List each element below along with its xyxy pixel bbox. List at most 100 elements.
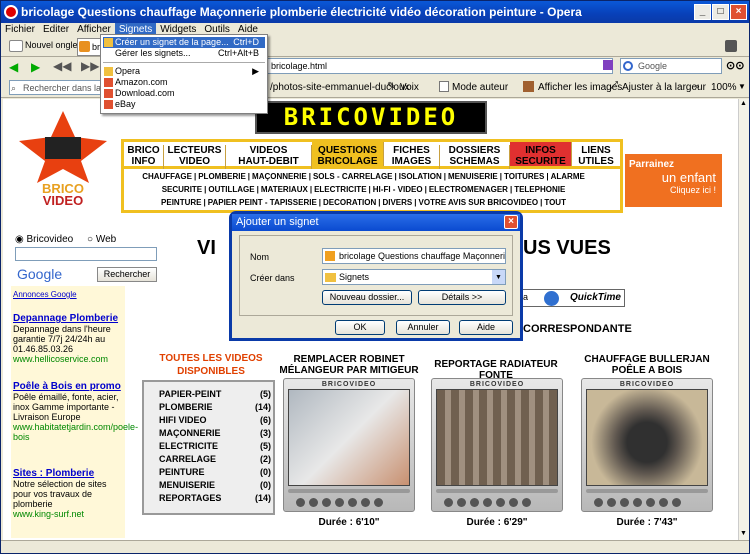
cat-link[interactable]: ALARME — [549, 172, 587, 181]
nav-fiches-images[interactable]: FICHES IMAGES — [384, 145, 440, 169]
cat-link[interactable]: ELECTRICITE — [312, 185, 368, 194]
cat-link[interactable]: VOTRE AVIS SUR BRICOVIDEO — [417, 198, 541, 207]
ad-2[interactable]: Poêle à Bois en promo Poêle émaillé, font… — [13, 382, 138, 443]
player-controls[interactable] — [442, 497, 552, 509]
new-tab-button[interactable]: Nouvel onglet — [25, 40, 80, 50]
nav-videos-haut-debit[interactable]: VIDEOS HAUT-DEBIT — [226, 145, 312, 169]
menu-create-bookmark[interactable]: Créer un signet de la page... Ctrl+D — [103, 37, 265, 48]
menu-fichier[interactable]: Fichier — [1, 23, 39, 37]
cat-link[interactable]: PAPIER PEINT - TAPISSERIE — [206, 198, 319, 207]
rewind-icon[interactable]: ◀◀ — [53, 59, 71, 73]
back-icon[interactable]: ◀ — [9, 60, 18, 74]
cat-link[interactable]: DECORATION — [321, 198, 378, 207]
ad-3[interactable]: Sites : Plomberie Notre sélection de site… — [13, 469, 125, 520]
cat-link[interactable]: OUTILLAGE — [206, 185, 256, 194]
author-mode-button[interactable]: Mode auteur — [452, 82, 508, 93]
list-item[interactable]: PEINTURE (0) — [159, 466, 271, 479]
nav-dossiers-schemas[interactable]: DOSSIERS SCHEMAS — [440, 145, 510, 169]
list-item[interactable]: PLOMBERIE (14) — [159, 401, 271, 414]
video-player-2[interactable]: BRICOVIDEO — [431, 378, 563, 512]
cat-link[interactable]: SOLS - CARRELAGE — [311, 172, 395, 181]
cat-link[interactable]: MATERIAUX — [259, 185, 310, 194]
menu-folder-opera[interactable]: Opera ▶ — [103, 66, 265, 77]
list-item[interactable]: REPORTAGES (14) — [159, 492, 271, 505]
cat-link[interactable]: ISOLATION — [397, 172, 444, 181]
cat-link[interactable]: SECURITE — [160, 185, 204, 194]
video-title-1[interactable]: REMPLACER ROBINET MÉLANGEUR PAR MITIGEUR — [279, 354, 419, 376]
list-item[interactable]: MENUISERIE (0) — [159, 479, 271, 492]
site-search-input[interactable] — [15, 247, 157, 261]
sponsor-banner[interactable]: Parrainez un enfant Cliquez ici ! — [625, 154, 722, 207]
cat-link[interactable]: TELEPHONIE — [512, 185, 567, 194]
nav-infos-securite[interactable]: INFOS SECURITE — [510, 142, 572, 167]
maximize-button[interactable]: □ — [712, 4, 729, 20]
address-field[interactable]: bricolage.html — [267, 58, 613, 74]
list-item[interactable]: HIFI VIDEO (6) — [159, 414, 271, 427]
dropdown-arrow-icon[interactable]: ▼ — [492, 270, 505, 284]
trash-icon[interactable] — [725, 40, 737, 52]
list-item[interactable]: CARRELAGE (2) — [159, 453, 271, 466]
voice-button[interactable]: Voix — [400, 82, 419, 93]
fast-forward-icon[interactable]: ▶▶ — [81, 59, 99, 73]
menu-ebay[interactable]: eBay — [103, 99, 265, 110]
list-item[interactable]: PAPIER-PEINT (5) — [159, 388, 271, 401]
list-item[interactable]: ELECTRICITE (5) — [159, 440, 271, 453]
minimize-button[interactable]: _ — [694, 4, 711, 20]
ad-1[interactable]: Depannage Plomberie Depannage dans l'heur… — [13, 314, 125, 365]
menu-editer[interactable]: Editer — [39, 23, 73, 37]
bookmark-name-input[interactable]: bricolage Questions chauffage Maçonnerie… — [322, 248, 506, 264]
cat-link[interactable]: CHAUFFAGE — [140, 172, 194, 181]
menu-download[interactable]: Download.com — [103, 88, 265, 99]
cat-link[interactable]: MENUISERIE — [446, 172, 500, 181]
scroll-down-icon[interactable]: ▼ — [740, 530, 747, 537]
search-engine-field[interactable]: Google — [620, 58, 722, 74]
menu-manage-bookmarks[interactable]: Gérer les signets... Ctrl+Alt+B — [103, 48, 265, 59]
media-links[interactable]: dia QuickTime — [509, 289, 625, 307]
cat-link[interactable]: DIVERS — [380, 198, 414, 207]
folder-select[interactable]: Signets ▼ — [322, 269, 506, 285]
details-button[interactable]: Détails >> — [418, 290, 506, 305]
radio-bricovideo[interactable]: ◉ Bricovideo — [15, 234, 73, 245]
scroll-up-icon[interactable]: ▲ — [740, 100, 747, 107]
cat-link[interactable]: PLOMBERIE — [196, 172, 248, 181]
cat-link[interactable]: TOUT — [542, 198, 568, 207]
search-button[interactable]: Rechercher — [97, 267, 157, 282]
fit-width-button[interactable]: Ajuster à la largeur — [622, 82, 706, 93]
video-player-3[interactable]: BRICOVIDEO — [581, 378, 713, 512]
nav-liens-utiles[interactable]: LIENS UTILES — [572, 145, 620, 169]
ok-button[interactable]: OK — [335, 320, 385, 335]
nav-brico-info[interactable]: BRICO INFO — [124, 145, 164, 169]
progress-bar[interactable] — [586, 489, 708, 493]
video-player-1[interactable]: BRICOVIDEO — [283, 378, 415, 512]
dialog-close-button[interactable]: × — [504, 215, 518, 229]
ads-title[interactable]: Annonces Google — [13, 290, 77, 299]
rss-icon[interactable] — [603, 60, 613, 70]
video-title-3[interactable]: CHAUFFAGE BULLERJAN POÊLE A BOIS — [577, 354, 717, 376]
bricovideo-logo[interactable]: BRICO VIDEO — [15, 109, 111, 219]
new-folder-button[interactable]: Nouveau dossier... — [322, 290, 412, 305]
forward-icon[interactable]: ▶ — [31, 60, 40, 74]
help-button[interactable]: Aide — [459, 320, 513, 335]
cat-link[interactable]: HI-FI - VIDEO — [371, 185, 425, 194]
close-button[interactable]: × — [730, 4, 747, 20]
progress-bar[interactable] — [288, 489, 410, 493]
list-item[interactable]: MAÇONNERIE (3) — [159, 427, 271, 440]
cat-link[interactable]: MAÇONNERIE — [250, 172, 309, 181]
player-controls[interactable] — [592, 497, 702, 509]
nav-questions-bricolage[interactable]: QUESTIONS BRICOLAGE — [312, 142, 384, 167]
player-controls[interactable] — [294, 497, 404, 509]
zoom-level[interactable]: 100% — [711, 82, 737, 93]
progress-bar[interactable] — [436, 489, 558, 493]
vertical-scrollbar[interactable]: ▲ ▼ — [738, 99, 749, 540]
cat-link[interactable]: PEINTURE — [159, 198, 203, 207]
cat-link[interactable]: ELECTROMENAGER — [427, 185, 510, 194]
binoculars-icon[interactable]: ⊙⊙ — [726, 59, 744, 72]
correspondante-text: CORRESPONDANTE — [523, 323, 632, 335]
cancel-button[interactable]: Annuler — [396, 320, 450, 335]
cat-link[interactable]: TOITURES — [502, 172, 546, 181]
magnifier-icon: ⌕ — [11, 83, 17, 93]
nav-lecteurs-video[interactable]: LECTEURS VIDEO — [164, 145, 226, 169]
menu-amazon[interactable]: Amazon.com — [103, 77, 265, 88]
radio-web[interactable]: ○ Web — [87, 234, 116, 245]
zoom-dropdown-icon[interactable]: ▼ — [738, 82, 746, 91]
